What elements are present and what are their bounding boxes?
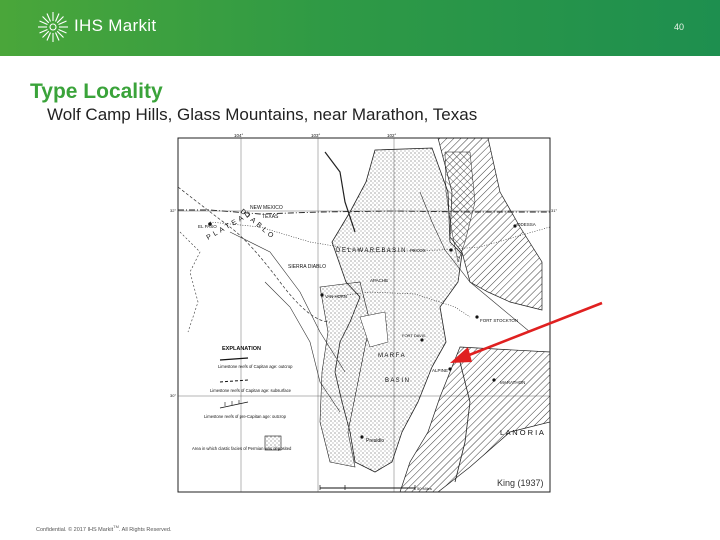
label-sierra-diablo: SIERRA DIABLO bbox=[288, 264, 326, 270]
label-lat-31: 31° bbox=[551, 208, 557, 213]
legend-item-4: Area in which clastic facies of Permian … bbox=[192, 446, 292, 451]
brand-name: IHS Markit bbox=[74, 16, 157, 35]
scale-label: 50 Miles bbox=[417, 486, 432, 491]
slide-title: Type Locality bbox=[30, 80, 163, 103]
legend-item-1: Limestone reefs of Capitan age: outcrop bbox=[218, 364, 293, 369]
legend-item-2: Limestone reefs of Capitan age: subsurfa… bbox=[210, 388, 292, 393]
label-marfa: M A R F A bbox=[378, 353, 405, 359]
label-lat-32: 32° bbox=[170, 208, 176, 213]
page-number: 40 bbox=[673, 22, 684, 32]
label-van-horn: VAN HORN bbox=[325, 294, 347, 299]
label-delaware-basin: D E L A W A R E B A S I N bbox=[336, 248, 405, 254]
header-bar: IHS Markit 40 bbox=[0, 0, 720, 56]
label-texas: TEXAS bbox=[262, 214, 279, 220]
label-pecos: PECOS bbox=[410, 248, 426, 253]
label-fort-davis: FORT DAVIS bbox=[402, 333, 426, 338]
legend-item-3: Limestone reefs of pre-Capitan age: outc… bbox=[204, 414, 287, 419]
slide-subtitle: Wolf Camp Hills, Glass Mountains, near M… bbox=[47, 105, 478, 124]
map-credit: King (1937) bbox=[497, 478, 544, 488]
label-apache: APACHE bbox=[370, 278, 388, 283]
legend-title: EXPLANATION bbox=[222, 346, 261, 352]
label-new-mexico: NEW MEXICO bbox=[250, 205, 283, 211]
label-llanoria: L A N O R I A bbox=[500, 428, 544, 437]
label-el-paso: EL PASO bbox=[198, 224, 217, 229]
footer-copyright: Confidential. © 2017 IHS MarkitTM. All R… bbox=[36, 524, 172, 533]
label-lon-103: 103° bbox=[311, 133, 321, 138]
label-odessa: ODESSA bbox=[517, 222, 536, 227]
map-legend: EXPLANATION Limestone reefs of Capitan a… bbox=[192, 346, 293, 451]
label-presidio: Presidio bbox=[366, 438, 384, 444]
label-marathon: MARATHON bbox=[500, 380, 525, 385]
label-lon-104: 104° bbox=[234, 133, 244, 138]
label-lat-30: 30° bbox=[170, 393, 176, 398]
label-basin: B A S I N bbox=[385, 378, 409, 384]
red-arrow-pointer bbox=[450, 301, 603, 363]
label-lon-102: 102° bbox=[387, 133, 397, 138]
ihs-markit-logo-icon bbox=[38, 12, 68, 42]
